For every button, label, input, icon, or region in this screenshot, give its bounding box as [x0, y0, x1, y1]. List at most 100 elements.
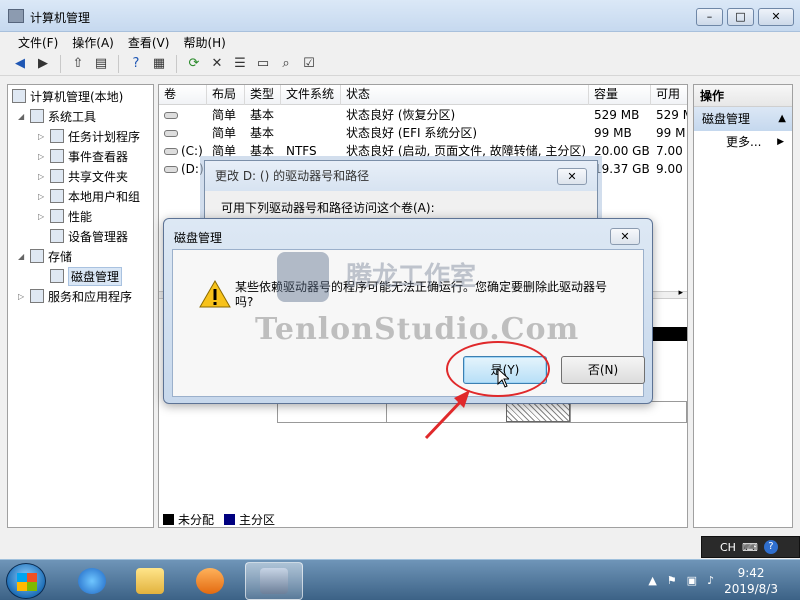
title-bar: 计算机管理 – □ ✕: [0, 0, 800, 32]
expand-icon[interactable]: ▷: [38, 192, 48, 201]
language-code: CH: [720, 540, 736, 554]
expand-icon[interactable]: ▷: [18, 292, 28, 301]
properties-pane-icon[interactable]: ▦: [149, 54, 169, 74]
storage-icon: [30, 249, 44, 263]
tree-item-task-scheduler[interactable]: ▷ 任务计划程序: [38, 127, 140, 145]
tree-item-root[interactable]: 计算机管理(本地): [12, 87, 123, 105]
table-row[interactable]: 简单 基本 状态良好 (恢复分区) 529 MB 529 M: [159, 106, 687, 124]
confirm-dialog: 磁盘管理 ✕ 某些依赖驱动器号的程序可能无法正确运行。您确定要删除此驱动器号吗?…: [163, 218, 653, 404]
navigation-tree: 计算机管理(本地) ◢ 系统工具 ▷ 任务计划程序 ▷ 事件查看器 ▷ 共享文件…: [7, 84, 154, 528]
actions-pane: 操作 磁盘管理 ▲ 更多... ▶: [693, 84, 793, 528]
media-player-icon: [196, 568, 224, 594]
refresh-icon[interactable]: ⟳: [184, 54, 204, 74]
menu-help[interactable]: 帮助(H): [177, 34, 233, 51]
menu-action[interactable]: 操作(A): [66, 34, 122, 51]
internet-explorer-icon: [78, 568, 106, 594]
table-header: 卷 布局 类型 文件系统 状态 容量 可用: [159, 85, 687, 105]
tree-item-device-manager[interactable]: 设备管理器: [50, 227, 128, 245]
col-status[interactable]: 状态: [341, 85, 589, 105]
folder-icon: [136, 568, 164, 594]
tree-item-event-viewer[interactable]: ▷ 事件查看器: [38, 147, 128, 165]
taskbar-explorer[interactable]: [121, 562, 179, 600]
collapse-up-icon[interactable]: ▲: [778, 107, 786, 131]
properties-icon[interactable]: ☰: [230, 54, 250, 74]
start-button[interactable]: [6, 563, 46, 599]
taskbar-media-player[interactable]: [181, 562, 239, 600]
collapse-icon[interactable]: ◢: [18, 252, 28, 261]
computer-icon: [12, 89, 26, 103]
up-folder-icon[interactable]: ⇧: [68, 54, 88, 74]
dialog-title: 更改 D: () 的驱动器号和路径: [205, 161, 597, 191]
confirm-close-button[interactable]: ✕: [610, 228, 640, 245]
tree-item-services-apps[interactable]: ▷ 服务和应用程序: [18, 287, 132, 305]
disk-management-icon: [50, 269, 64, 283]
table-row[interactable]: 简单 基本 状态良好 (EFI 系统分区) 99 MB 99 M: [159, 124, 687, 142]
watermark-chinese: 腾龙工作室: [346, 262, 477, 292]
menu-file[interactable]: 文件(F): [12, 34, 66, 51]
language-bar[interactable]: CH ⌨ ?: [701, 536, 800, 558]
volume-icon[interactable]: ♪: [707, 574, 714, 587]
checklist-icon[interactable]: ☑: [299, 54, 319, 74]
taskbar-ie[interactable]: [63, 562, 121, 600]
collapse-icon[interactable]: ◢: [18, 112, 28, 121]
unallocated-disk-bar[interactable]: [649, 327, 687, 341]
submenu-arrow-icon: ▶: [777, 137, 784, 147]
col-type[interactable]: 类型: [245, 85, 281, 105]
watermark-english: TenlonStudio.Com: [255, 312, 580, 347]
menu-view[interactable]: 查看(V): [122, 34, 178, 51]
clock[interactable]: 9:42 2019/8/3: [724, 565, 778, 597]
windows-logo-icon: [17, 573, 37, 591]
more-actions-item[interactable]: 更多... ▶: [694, 131, 792, 153]
dialog-instruction: 可用下列驱动器号和路径访问这个卷(A):: [221, 201, 435, 215]
help-icon[interactable]: ?: [126, 54, 146, 74]
help-icon[interactable]: ?: [763, 540, 778, 554]
tree-item-storage[interactable]: ◢ 存储: [18, 247, 72, 265]
red-arrow-icon: [424, 390, 470, 440]
drive-icon: [164, 166, 178, 173]
col-capacity[interactable]: 容量: [589, 85, 651, 105]
warning-icon: [199, 280, 231, 308]
open-folder-icon[interactable]: ▭: [253, 54, 273, 74]
forward-arrow-icon[interactable]: ▶: [33, 54, 53, 74]
menu-bar: 文件(F) 操作(A) 查看(V) 帮助(H): [0, 32, 800, 52]
table-row[interactable]: (C:) 简单 基本 NTFS 状态良好 (启动, 页面文件, 故障转储, 主分…: [159, 142, 687, 160]
primary-partition-swatch: [224, 514, 236, 525]
disk-partition-map[interactable]: [277, 401, 687, 423]
system-tray: ▲ ⚑ ▣ ♪ 9:42 2019/8/3: [648, 560, 800, 600]
col-layout[interactable]: 布局: [207, 85, 245, 105]
services-icon: [30, 289, 44, 303]
show-hide-tree-icon[interactable]: ▤: [91, 54, 111, 74]
tree-item-disk-management[interactable]: 磁盘管理: [50, 266, 123, 286]
maximize-button[interactable]: □: [727, 8, 754, 26]
drive-icon: [164, 112, 178, 119]
scroll-right-icon[interactable]: ▸: [678, 288, 683, 298]
show-hidden-icons[interactable]: ▲: [648, 574, 656, 587]
legend: 未分配 主分区: [163, 511, 275, 527]
tree-item-system-tools[interactable]: ◢ 系统工具: [18, 107, 96, 125]
expand-icon[interactable]: ▷: [38, 172, 48, 181]
performance-icon: [50, 209, 64, 223]
event-viewer-icon: [50, 149, 64, 163]
tree-item-performance[interactable]: ▷ 性能: [38, 207, 92, 225]
back-arrow-icon[interactable]: ◀: [10, 54, 30, 74]
actions-section-disk-management[interactable]: 磁盘管理 ▲: [694, 107, 792, 131]
col-volume[interactable]: 卷: [159, 85, 207, 105]
window-title: 计算机管理: [30, 11, 91, 25]
col-free[interactable]: 可用: [651, 85, 687, 105]
minimize-button[interactable]: –: [696, 8, 723, 26]
search-icon[interactable]: ⌕: [276, 54, 296, 74]
expand-icon[interactable]: ▷: [38, 152, 48, 161]
network-icon[interactable]: ▣: [687, 574, 697, 587]
col-filesystem[interactable]: 文件系统: [281, 85, 341, 105]
tree-item-local-users[interactable]: ▷ 本地用户和组: [38, 187, 140, 205]
action-center-icon[interactable]: ⚑: [667, 574, 677, 587]
close-button[interactable]: ✕: [758, 8, 794, 26]
dialog-close-button[interactable]: ✕: [557, 168, 587, 185]
tree-item-shared-folders[interactable]: ▷ 共享文件夹: [38, 167, 128, 185]
no-button[interactable]: 否(N): [561, 356, 645, 384]
taskbar-computer-management[interactable]: [245, 562, 303, 600]
device-manager-icon: [50, 229, 64, 243]
expand-icon[interactable]: ▷: [38, 132, 48, 141]
expand-icon[interactable]: ▷: [38, 212, 48, 221]
delete-icon[interactable]: ✕: [207, 54, 227, 74]
